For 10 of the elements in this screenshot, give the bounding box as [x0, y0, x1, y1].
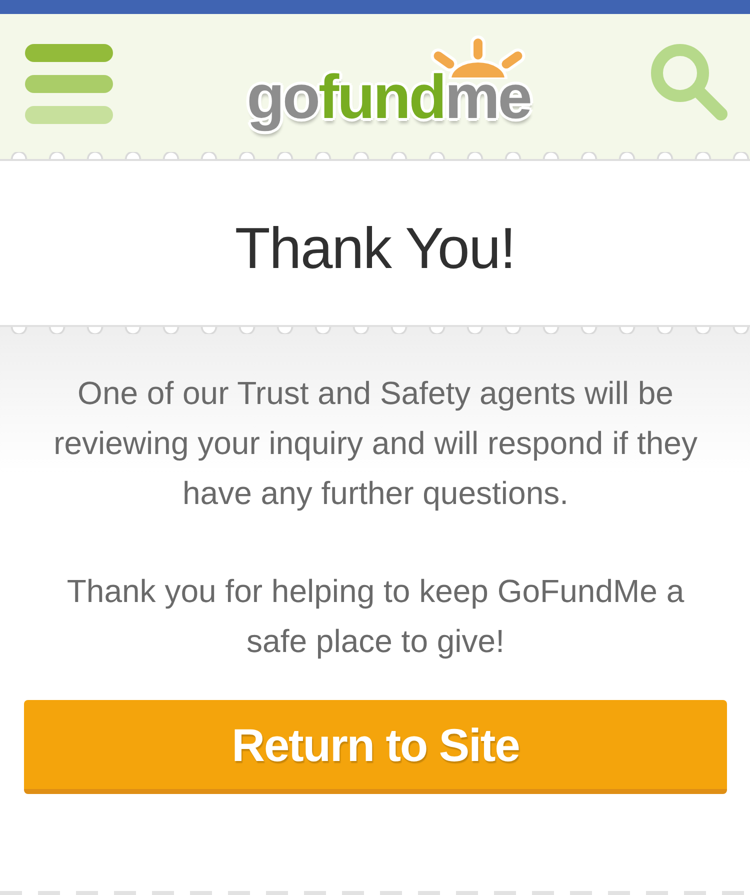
search-icon — [650, 43, 728, 121]
message-text: Thank you for helping to keep GoFundMe a safe place to give! — [66, 572, 686, 661]
page-title: Thank You! — [234, 214, 516, 282]
logo-wordmark: gofundme — [246, 67, 532, 133]
menu-button[interactable] — [25, 42, 113, 124]
message-text: One of our Trust and Safety agents will be reviewing your inquiry and will respond if they have any further questions. — [52, 374, 698, 513]
search-button[interactable] — [650, 45, 728, 121]
logo[interactable]: gofundme — [242, 33, 534, 133]
return-to-site-button[interactable]: Return to Site — [24, 700, 727, 794]
menu-icon — [25, 44, 113, 124]
